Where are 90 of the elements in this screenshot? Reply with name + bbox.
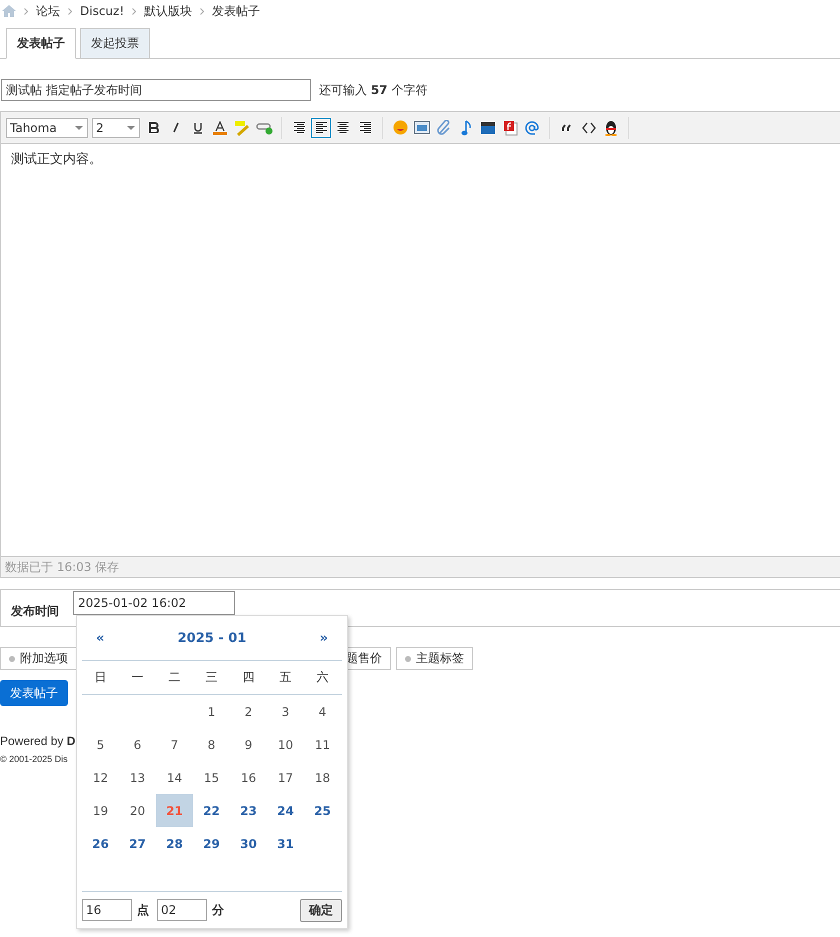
character-counter: 还可输入 57 个字符 (319, 82, 428, 98)
weekday-label: 五 (278, 669, 292, 686)
at-sign-icon[interactable] (525, 120, 539, 134)
breadcrumb-link[interactable]: 论坛 (36, 2, 60, 20)
calendar-day[interactable]: 24 (267, 794, 304, 827)
calendar-day[interactable]: 13 (119, 761, 156, 794)
bold-icon[interactable] (149, 122, 159, 133)
align-icon (315, 122, 327, 133)
calendar-day[interactable]: 16 (230, 761, 267, 794)
calendar-day[interactable]: 18 (304, 761, 341, 794)
unit-label: 点 (137, 902, 149, 918)
calendar-day[interactable]: 12 (82, 761, 119, 794)
option-button[interactable]: 附加选项 (0, 647, 77, 670)
quote-icon[interactable] (562, 124, 572, 132)
calendar-day[interactable]: 20 (119, 794, 156, 827)
smiley-icon[interactable] (392, 120, 408, 135)
calendar-day[interactable]: 4 (304, 695, 341, 728)
tab[interactable]: 发起投票 (80, 28, 150, 58)
calendar-day[interactable]: 15 (193, 761, 230, 794)
minute-field[interactable]: 02 (157, 899, 207, 921)
calendar-day[interactable]: 2 (230, 695, 267, 728)
calendar-day[interactable]: 10 (267, 728, 304, 761)
paperclip-icon[interactable] (437, 120, 451, 136)
size-select[interactable]: 2 (92, 118, 140, 138)
weekday-label: 四 (242, 669, 256, 686)
calendar-day[interactable]: 19 (82, 794, 119, 827)
italic-icon[interactable] (172, 122, 180, 133)
calendar-day[interactable]: 17 (267, 761, 304, 794)
align-button[interactable] (311, 118, 331, 138)
underline-icon[interactable] (193, 122, 203, 134)
weekday-label: 三 (204, 669, 218, 686)
weekday-label: 二 (168, 669, 182, 686)
unit-label: 分 (212, 902, 224, 918)
image-icon[interactable] (414, 121, 430, 134)
calendar-day[interactable]: 25 (304, 794, 341, 827)
calendar-day[interactable]: 11 (304, 728, 341, 761)
calendar-day[interactable]: 14 (156, 761, 193, 794)
calendar-day[interactable]: 5 (82, 728, 119, 761)
align-icon (337, 122, 349, 133)
subject-field[interactable]: 测试帖 指定帖子发布时间 (1, 79, 311, 101)
weekday-label: 一 (130, 669, 144, 686)
breadcrumb-link[interactable]: Discuz! (80, 4, 124, 18)
weekday-label: 六 (316, 669, 330, 686)
breadcrumb-link[interactable]: 发表帖子 (212, 2, 260, 20)
tab[interactable]: 发表帖子 (6, 28, 76, 59)
calendar-day[interactable]: 30 (230, 827, 267, 860)
calendar-day[interactable]: 26 (82, 827, 119, 860)
calendar-day[interactable]: 8 (193, 728, 230, 761)
link-icon[interactable] (256, 120, 272, 134)
calendar-day[interactable]: 9 (230, 728, 267, 761)
flash-file-icon[interactable] (502, 120, 518, 136)
calendar-day[interactable]: 1 (193, 695, 230, 728)
chevron-icon (24, 8, 28, 14)
align-icon (359, 122, 371, 133)
previous-month-link[interactable]: « (96, 630, 104, 646)
calendar-day[interactable]: 31 (267, 827, 304, 860)
penguin-icon[interactable] (604, 120, 618, 136)
font-select[interactable]: Tahoma (6, 118, 88, 138)
calendar-day[interactable]: 27 (119, 827, 156, 860)
field-label: 发布时间 (11, 602, 59, 620)
calendar-day[interactable]: 3 (267, 695, 304, 728)
calendar-day[interactable]: 7 (156, 728, 193, 761)
calendar-day[interactable]: 23 (230, 794, 267, 827)
dot-icon (405, 656, 411, 662)
calendar-day[interactable]: 29 (193, 827, 230, 860)
chevron-icon (200, 8, 204, 14)
option-button[interactable]: 主题标签 (396, 647, 473, 670)
breadcrumb-link[interactable]: 默认版块 (144, 2, 192, 20)
dot-icon (9, 656, 15, 662)
music-note-icon[interactable] (460, 120, 472, 136)
calendar-day[interactable]: 28 (156, 827, 193, 860)
clapperboard-icon[interactable] (480, 120, 496, 134)
powered-by-text: Powered by D (0, 734, 76, 748)
calendar-day[interactable]: 6 (119, 728, 156, 761)
copyright-text: © 2001-2025 Dis (0, 754, 68, 764)
month-title: 2025 - 01 (178, 630, 246, 646)
submit-button[interactable]: 发表帖子 (0, 680, 68, 706)
post-body-text: 测试正文内容。 (11, 152, 102, 167)
align-icon (293, 122, 305, 133)
code-icon[interactable] (582, 122, 596, 134)
text-color-icon[interactable] (213, 120, 227, 134)
calendar-day[interactable]: 22 (193, 794, 230, 827)
chevron-icon (132, 8, 136, 14)
next-month-link[interactable]: » (320, 630, 328, 646)
weekday-label: 日 (94, 669, 108, 686)
confirm-button[interactable]: 确定 (300, 898, 342, 922)
chevron-icon (68, 8, 72, 14)
hour-field[interactable]: 16 (82, 899, 132, 921)
autosave-status: 数据已于 16:03 保存 (5, 560, 120, 574)
publish-time-field[interactable]: 2025-01-02 16:02 (73, 591, 235, 615)
